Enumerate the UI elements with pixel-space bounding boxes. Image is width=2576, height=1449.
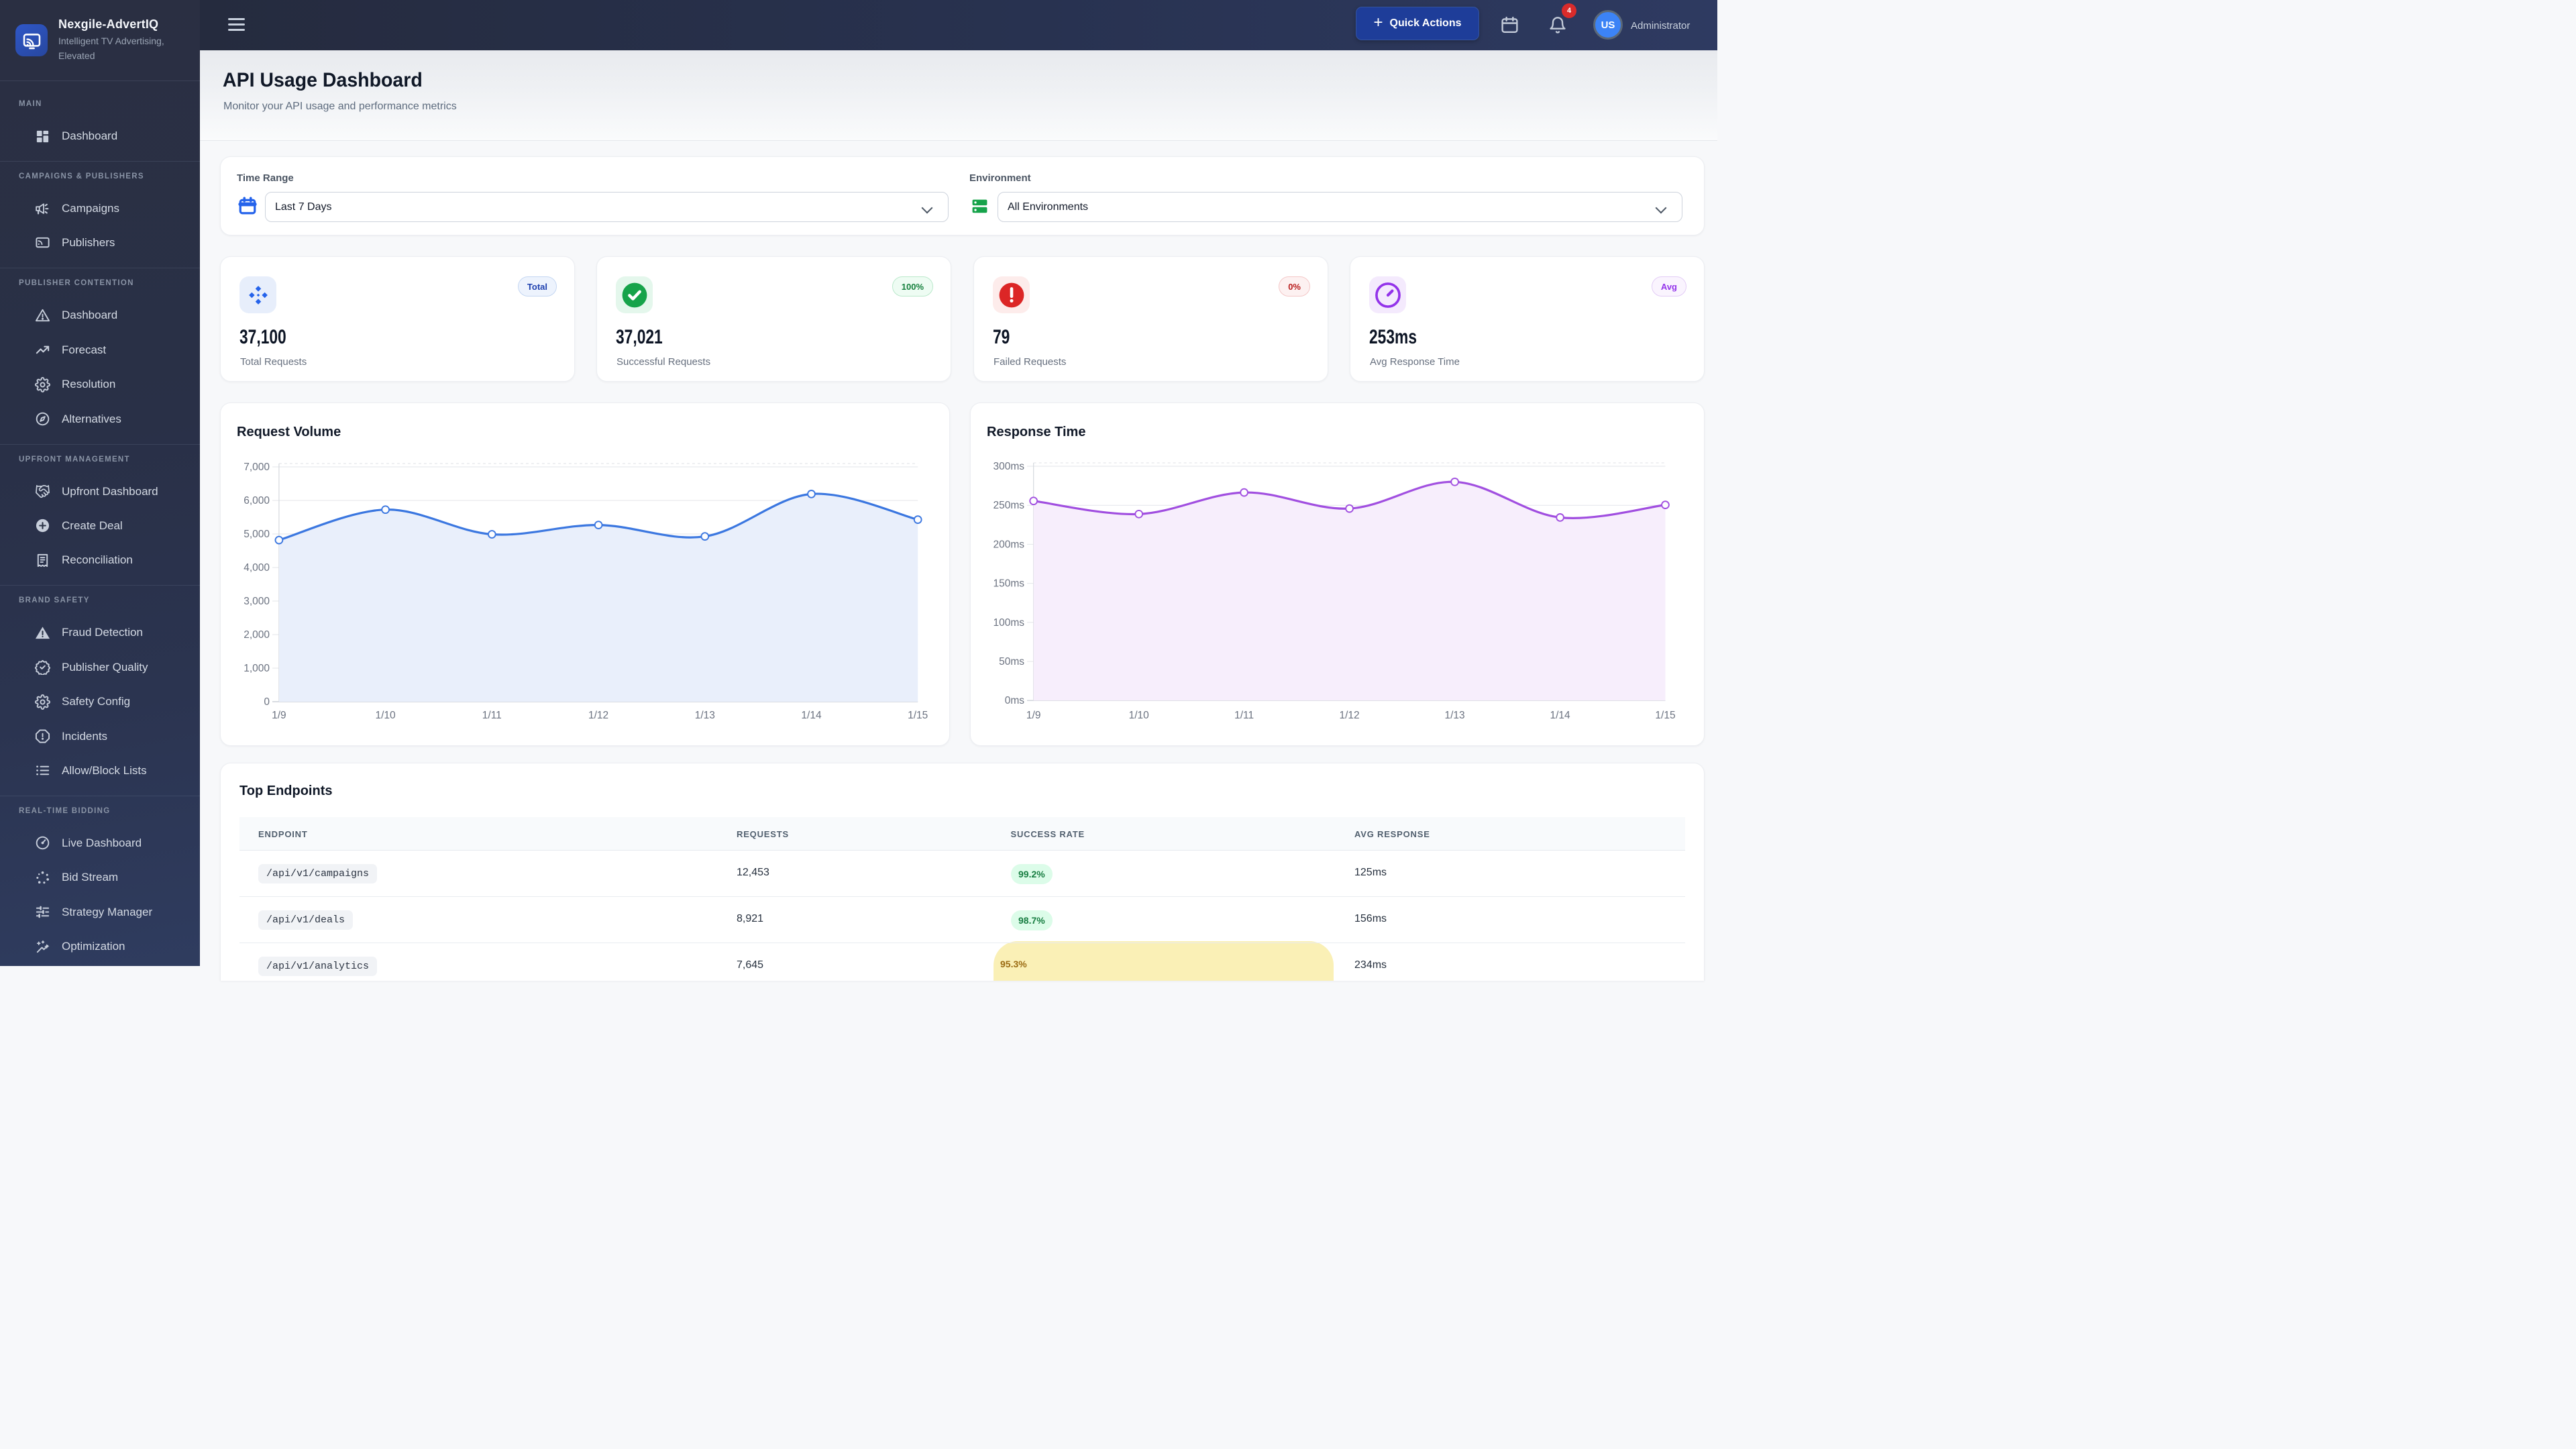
svg-text:1/12: 1/12 <box>588 710 608 721</box>
svg-text:1/13: 1/13 <box>1445 710 1465 721</box>
svg-text:1/15: 1/15 <box>908 710 928 721</box>
svg-text:1/15: 1/15 <box>1655 710 1675 721</box>
svg-text:2,000: 2,000 <box>244 629 270 641</box>
svg-text:150ms: 150ms <box>993 578 1024 590</box>
svg-text:1/10: 1/10 <box>376 710 396 721</box>
svg-text:1,000: 1,000 <box>244 663 270 674</box>
svg-text:4,000: 4,000 <box>244 562 270 574</box>
svg-text:1/14: 1/14 <box>801 710 822 721</box>
svg-text:3,000: 3,000 <box>244 596 270 607</box>
svg-text:50ms: 50ms <box>999 656 1024 667</box>
svg-text:1/12: 1/12 <box>1340 710 1360 721</box>
svg-text:0ms: 0ms <box>1005 695 1025 706</box>
svg-text:1/13: 1/13 <box>695 710 715 721</box>
svg-text:6,000: 6,000 <box>244 495 270 506</box>
svg-text:0: 0 <box>264 696 270 708</box>
svg-text:1/14: 1/14 <box>1550 710 1571 721</box>
svg-text:1/10: 1/10 <box>1129 710 1150 721</box>
svg-text:100ms: 100ms <box>993 617 1024 629</box>
svg-text:1/11: 1/11 <box>482 710 502 721</box>
svg-text:1/11: 1/11 <box>1234 710 1254 721</box>
svg-text:1/9: 1/9 <box>1026 710 1041 721</box>
svg-text:1/9: 1/9 <box>272 710 286 721</box>
svg-text:250ms: 250ms <box>993 500 1024 511</box>
svg-text:300ms: 300ms <box>993 461 1024 472</box>
svg-text:7,000: 7,000 <box>244 462 270 473</box>
svg-text:200ms: 200ms <box>993 539 1024 550</box>
svg-text:5,000: 5,000 <box>244 529 270 540</box>
